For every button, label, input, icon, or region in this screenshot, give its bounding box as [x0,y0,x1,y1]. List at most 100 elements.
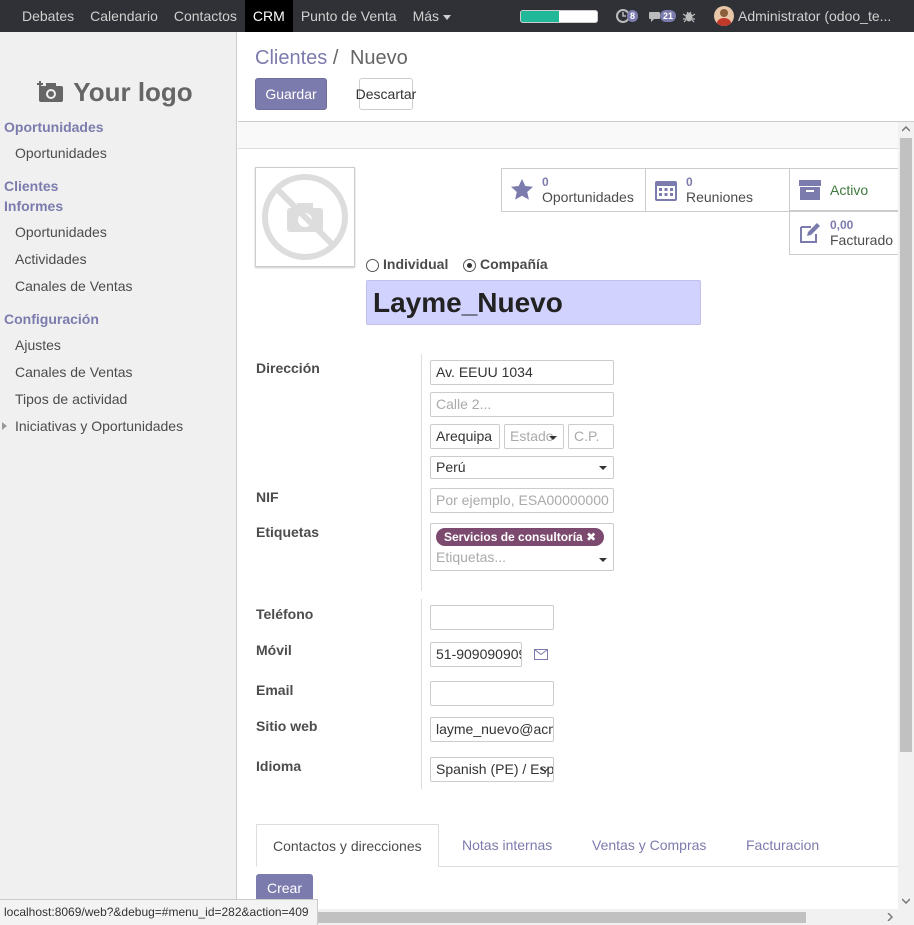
vertical-scrollbar[interactable] [898,122,914,925]
state-select[interactable]: Estado [504,424,564,449]
field-separator [421,599,422,789]
app-debates[interactable]: Debates [0,0,82,32]
sidebar-section-configuracion[interactable]: Configuración [4,311,99,327]
horizontal-scrollbar[interactable] [238,909,898,925]
company-label: Compañía [480,256,548,272]
breadcrumb: Clientes / Nuevo [255,47,408,70]
tab-contactos-direcciones[interactable]: Contactos y direcciones [256,824,439,867]
nif-input[interactable]: Por ejemplo, ESA00000000 [430,488,614,513]
country-select[interactable]: Perú [430,456,614,479]
archive-icon [799,179,821,200]
opportunities-stat-button[interactable]: 0 Oportunidades [501,168,646,212]
scroll-right-icon[interactable] [887,913,893,921]
opportunities-label: Oportunidades [542,189,634,205]
sidebar-item-iniciativas[interactable]: Iniciativas y Oportunidades [15,418,183,434]
control-panel: Clientes / Nuevo Guardar Descartar [238,32,914,122]
sidebar-item-ajustes[interactable]: Ajustes [15,337,61,353]
active-label: Activo [830,181,869,198]
sidebar-item-actividades[interactable]: Actividades [15,251,87,267]
invoiced-stat-button[interactable]: 0,00 Facturado [789,211,904,255]
sidebar-item-canales-de-ventas[interactable]: Canales de Ventas [15,278,133,294]
radio-individual[interactable] [366,258,379,272]
tags-placeholder: Etiquetas... [436,549,507,565]
envelope-icon[interactable] [534,649,548,660]
sidebar-section-oportunidades[interactable]: Oportunidades [4,119,104,135]
caret-right-icon[interactable] [2,422,7,430]
form-view: 0 Oportunidades 0 Reuniones Activo 0,00 Fac… [238,122,914,925]
field-separator [421,354,422,591]
user-menu[interactable]: Administrator (odoo_te... [714,0,891,32]
activity-menu[interactable]: 8 [615,7,639,25]
phone-input[interactable] [430,605,554,630]
company-type-individual[interactable]: Individual [366,256,448,272]
tab-ventas-compras[interactable]: Ventas y Compras [592,824,706,867]
tag-label: Servicios de consultoría [444,530,583,544]
radio-company[interactable] [463,258,476,272]
onboarding-progress[interactable] [520,10,598,23]
name-input[interactable]: Layme_Nuevo [366,280,701,325]
save-button[interactable]: Guardar [255,78,327,110]
sidebar-section-informes[interactable]: Informes [4,198,63,214]
breadcrumb-clientes[interactable]: Clientes [255,47,327,69]
remove-tag-icon[interactable]: ✖ [586,530,596,544]
debug-menu[interactable] [682,7,696,25]
scroll-down-icon[interactable] [902,898,910,904]
street2-input[interactable]: Calle 2... [430,392,614,417]
camera-icon [37,81,64,102]
user-name: Administrator (odoo_te... [738,8,892,24]
street-input[interactable]: Av. EEUU 1034 [430,360,614,385]
sidebar-item-config-canales-de-ventas[interactable]: Canales de Ventas [15,364,133,380]
app-calendario[interactable]: Calendario [82,0,166,32]
language-value: Spanish (PE) / Español (PE) [436,761,554,777]
website-label: Sitio web [256,718,318,734]
edit-icon [800,223,820,243]
state-placeholder: Estado [510,428,554,444]
tab-facturacion[interactable]: Facturacion [746,824,819,867]
app-crm[interactable]: CRM [244,0,293,32]
phone-label: Teléfono [256,606,314,622]
calendar-icon [655,181,677,201]
language-select[interactable]: Spanish (PE) / Español (PE) [430,757,554,782]
tags-input[interactable]: Servicios de consultoría ✖ Etiquetas... [430,523,614,571]
sidebar-item-informes-oportunidades[interactable]: Oportunidades [15,224,107,240]
website-input[interactable]: layme_nuevo@acme.com [430,717,554,742]
no-image-icon [262,174,348,260]
form-sheet: 0 Oportunidades 0 Reuniones Activo 0,00 Fac… [238,148,904,925]
create-contact-button[interactable]: Crear [256,874,313,902]
city-input[interactable]: Arequipa [430,424,500,449]
app-contactos[interactable]: Contactos [166,0,245,32]
language-label: Idioma [256,758,302,774]
meetings-stat-button[interactable]: 0 Reuniones [645,168,790,212]
zip-input[interactable]: C.P. [568,424,614,449]
sidebar-section-clientes[interactable]: Clientes [4,178,58,194]
bug-icon [682,11,696,23]
invoiced-amount: 0,00 [830,218,854,232]
tab-notas-internas[interactable]: Notas internas [462,824,552,867]
notebook-tabs: Contactos y direcciones Notas internas V… [256,824,898,867]
scroll-up-icon[interactable] [902,126,910,132]
partner-image[interactable] [255,167,355,267]
star-icon [511,179,533,200]
more-menu[interactable]: Más [405,0,459,32]
active-toggle-button[interactable]: Activo [789,168,904,211]
breadcrumb-current: Nuevo [349,47,408,69]
activity-badge: 8 [627,10,639,22]
horizontal-scroll-thumb[interactable] [238,912,806,923]
discard-button[interactable]: Descartar [356,78,416,110]
progress-fill [520,10,559,23]
sidebar-item-oportunidades[interactable]: Oportunidades [15,145,107,161]
messaging-menu[interactable]: 21 [648,7,677,25]
browser-status-bar: localhost:8069/web?&debug=#menu_id=282&a… [0,899,318,925]
company-type-company[interactable]: Compañía [463,256,548,272]
email-input[interactable] [430,681,554,706]
caret-down-icon [549,436,557,440]
app-punto-de-venta[interactable]: Punto de Venta [293,0,405,32]
mobile-input[interactable]: 51-909090909 [430,642,522,667]
sidebar: Your logo Oportunidades Oportunidades Cl… [0,32,237,925]
vertical-scroll-thumb[interactable] [900,138,912,752]
sidebar-item-tipos-de-actividad[interactable]: Tipos de actividad [15,391,127,407]
individual-label: Individual [383,256,449,272]
email-label: Email [256,682,294,698]
tags-label: Etiquetas [256,524,320,540]
mobile-label: Móvil [256,642,292,658]
